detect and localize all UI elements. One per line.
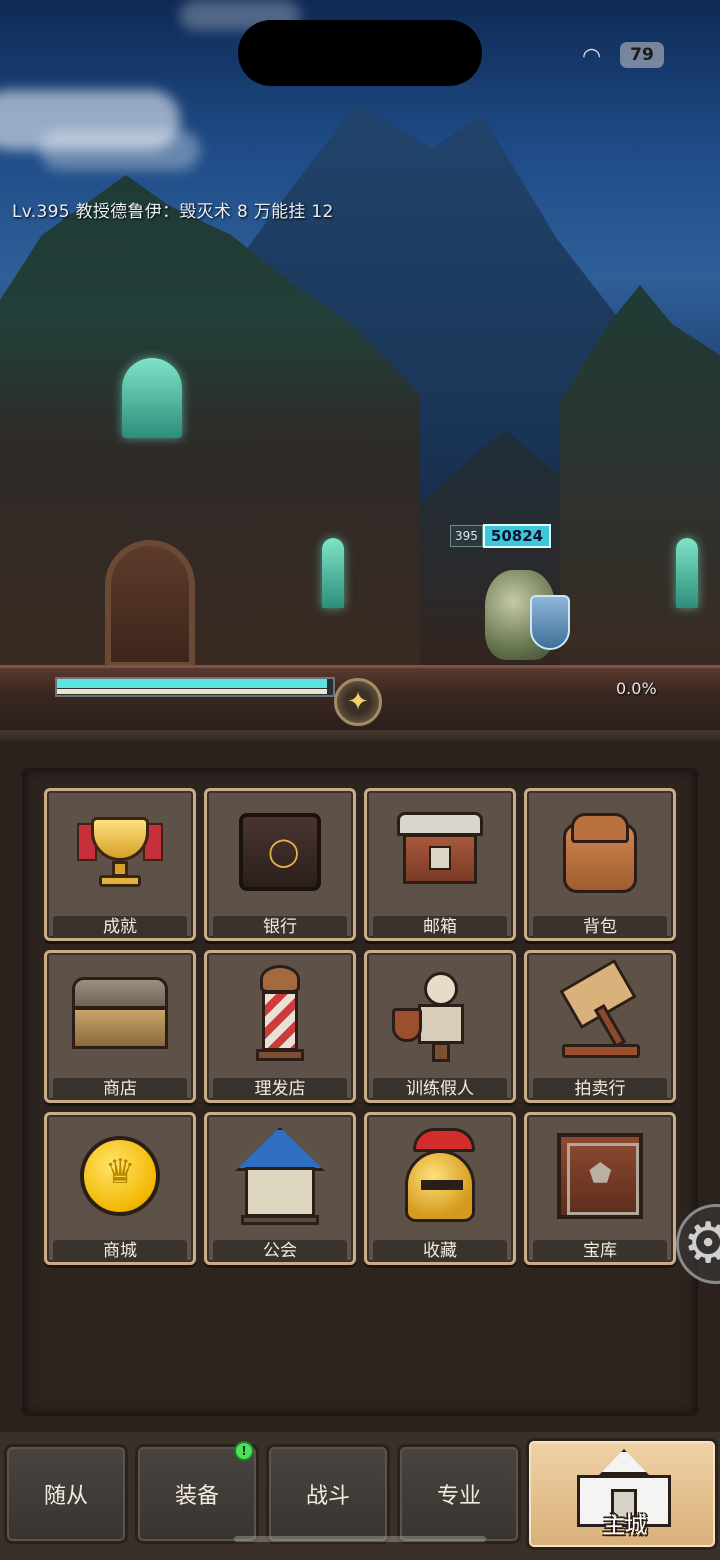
- menu-tile-label: 公会: [213, 1240, 347, 1262]
- menu-tile-treasury[interactable]: 宝库: [524, 1112, 676, 1265]
- compass-star-icon[interactable]: ✦: [334, 678, 382, 726]
- menu-tile-label: 商店: [53, 1078, 187, 1100]
- barber-pole-icon: [207, 953, 353, 1075]
- auction-hammer-icon: [527, 953, 673, 1075]
- camera-notch: [238, 20, 482, 86]
- menu-tile-collection[interactable]: 收藏: [364, 1112, 516, 1265]
- menu-tile-guild[interactable]: 公会: [204, 1112, 356, 1265]
- character-shield: [530, 595, 570, 650]
- menu-tile-label: 理发店: [213, 1078, 347, 1100]
- progress-fill-secondary: [57, 689, 327, 694]
- enemy-hp-value: 50824: [482, 524, 552, 548]
- safe-icon: [207, 791, 353, 913]
- menu-tile-label: 背包: [533, 916, 667, 938]
- menu-tile-bank[interactable]: 银行: [204, 788, 356, 941]
- enemy-hp-tag: 395 50824: [450, 524, 552, 548]
- nav-tab-main-city[interactable]: 主城: [526, 1438, 718, 1550]
- trophy-icon: [47, 791, 193, 913]
- menu-tile-label: 商城: [53, 1240, 187, 1262]
- level-info-text: Lv.395 教授德鲁伊：毁灭术 8 万能挂 12: [12, 202, 334, 222]
- menu-tile-barbershop[interactable]: 理发店: [204, 950, 356, 1103]
- progress-percent: 0.0%: [616, 679, 657, 698]
- menu-tile-label: 拍卖行: [533, 1078, 667, 1100]
- menu-tile-shop[interactable]: 商店: [44, 950, 196, 1103]
- enemy-character[interactable]: [460, 550, 580, 670]
- notification-badge: !: [234, 1441, 254, 1461]
- backpack-icon: [527, 791, 673, 913]
- building-window: [122, 358, 182, 438]
- menu-tile-label: 收藏: [373, 1240, 507, 1262]
- menu-tile-auction-house[interactable]: 拍卖行: [524, 950, 676, 1103]
- gold-coin-icon: [47, 1115, 193, 1237]
- enemy-level: 395: [450, 525, 483, 547]
- cloud: [40, 130, 200, 170]
- menu-tile-mailbox[interactable]: 邮箱: [364, 788, 516, 941]
- building-door: [105, 540, 195, 668]
- nav-tab-followers[interactable]: 随从: [4, 1444, 128, 1544]
- guild-house-icon: [207, 1115, 353, 1237]
- battle-scene: ◠ 79 Lv.395 教授德鲁伊：毁灭术 8 万能挂 12 395 50824…: [0, 0, 720, 730]
- menu-tile-backpack[interactable]: 背包: [524, 788, 676, 941]
- menu-tile-label: 成就: [53, 916, 187, 938]
- nav-tab-label: 主城: [602, 1514, 647, 1539]
- menu-tile-label: 银行: [213, 916, 347, 938]
- battery-indicator: 79: [620, 42, 664, 68]
- menu-tile-training-dummy[interactable]: 训练假人: [364, 950, 516, 1103]
- settings-gear-icon[interactable]: ⚙: [676, 1204, 720, 1284]
- mailbox-icon: [367, 791, 513, 913]
- nav-tab-battle[interactable]: 战斗: [266, 1444, 390, 1544]
- menu-tile-mall[interactable]: 商城: [44, 1112, 196, 1265]
- chest-icon: [47, 953, 193, 1075]
- menu-tile-label: 邮箱: [373, 916, 507, 938]
- menu-tile-achievements[interactable]: 成就: [44, 788, 196, 941]
- vault-icon: [527, 1115, 673, 1237]
- stage-progress-bar: [55, 677, 335, 699]
- building-window: [676, 538, 698, 608]
- training-dummy-icon: [367, 953, 513, 1075]
- menu-tile-label: 宝库: [533, 1240, 667, 1262]
- menu-tile-label: 训练假人: [373, 1078, 507, 1100]
- home-indicator: [234, 1536, 486, 1542]
- nav-tab-profession[interactable]: 专业: [397, 1444, 521, 1544]
- building-window: [322, 538, 344, 608]
- helmet-icon: [367, 1115, 513, 1237]
- progress-fill: [57, 679, 327, 688]
- panel-divider: [0, 730, 720, 742]
- wifi-icon: ◠: [582, 44, 602, 69]
